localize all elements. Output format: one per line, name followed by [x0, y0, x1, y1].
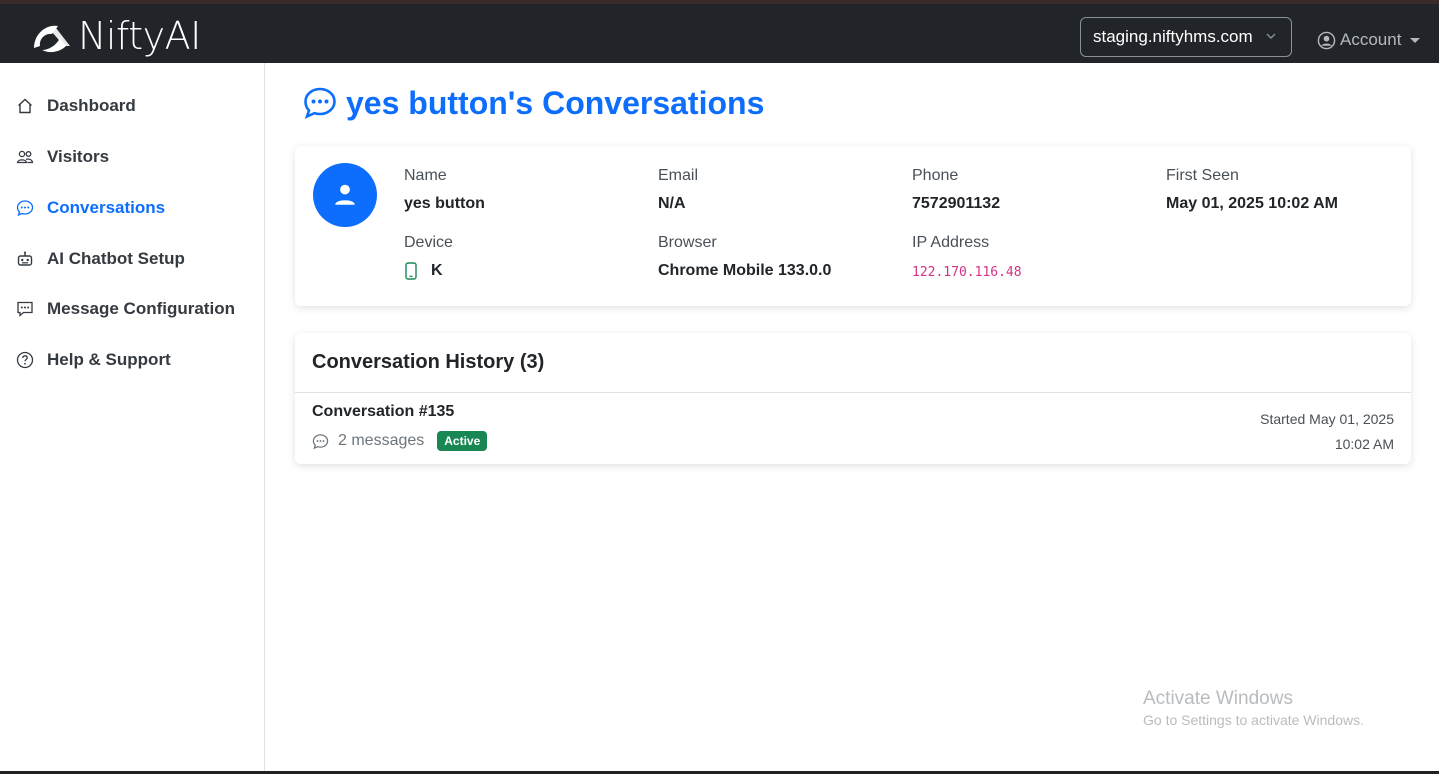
sidebar-item-label: Dashboard: [47, 96, 136, 115]
device-label: Device: [404, 234, 453, 251]
watermark-title: Activate Windows: [1143, 688, 1293, 709]
sidebar-item-label: Message Configuration: [47, 299, 235, 318]
conversation-history-card: Conversation History (3) Conversation #1…: [295, 333, 1411, 464]
device-value: K: [404, 262, 443, 280]
sidebar-item-label: Conversations: [47, 198, 166, 217]
account-dropdown[interactable]: Account: [1317, 28, 1421, 52]
page-title: yes button's Conversations: [303, 83, 764, 123]
started-date: Started May 01, 2025: [1260, 411, 1394, 427]
person-icon: [335, 184, 355, 205]
site-select[interactable]: staging.niftyhms.com: [1080, 17, 1292, 57]
top-navbar: NiftyAI staging.niftyhms.com Account: [0, 0, 1439, 63]
chat-dots-icon: [304, 87, 336, 119]
message-count: 2 messages: [338, 432, 425, 449]
device-text: K: [431, 262, 443, 279]
conversation-started: Started May 01, 2025 10:02 AM: [1260, 407, 1394, 457]
page-title-text: yes button's Conversations: [346, 84, 765, 121]
phone-icon: [405, 262, 417, 280]
sidebar-item-help-support[interactable]: Help & Support: [16, 344, 171, 376]
chat-square-dots-icon: [16, 300, 34, 318]
email-value: N/A: [658, 195, 686, 212]
sidebar-item-label: Visitors: [47, 147, 110, 166]
first-seen-label: First Seen: [1166, 167, 1239, 184]
caret-down-icon: [1410, 37, 1421, 43]
account-label: Account: [1340, 30, 1402, 49]
status-badge: Active: [437, 431, 488, 451]
phone-value: 7572901132: [912, 195, 1001, 212]
chevron-down-icon: [1266, 33, 1276, 39]
sidebar-item-label: Help & Support: [47, 350, 171, 369]
ip-address-label: IP Address: [912, 234, 990, 251]
email-label: Email: [658, 167, 699, 184]
browser-label: Browser: [658, 234, 717, 251]
avatar: [313, 163, 377, 227]
conversation-title[interactable]: Conversation #135: [312, 403, 454, 421]
browser-value: Chrome Mobile 133.0.0: [658, 262, 832, 279]
chat-dots-icon: [312, 433, 329, 449]
chat-dots-icon: [16, 199, 34, 217]
sidebar: Dashboard Visitors Conversations AI Chat…: [0, 63, 265, 774]
brand-name: NiftyAI: [78, 14, 201, 58]
robot-icon: [16, 250, 34, 268]
started-time: 10:02 AM: [1334, 436, 1394, 452]
conversation-history-title: Conversation History (3): [295, 333, 1411, 393]
sidebar-item-label: AI Chatbot Setup: [47, 249, 185, 268]
conversation-meta: 2 messages Active: [312, 430, 488, 452]
logo-icon: [34, 25, 70, 53]
name-value: yes button: [404, 195, 485, 212]
sidebar-item-dashboard[interactable]: Dashboard: [16, 90, 136, 122]
phone-label: Phone: [912, 167, 959, 184]
person-circle-icon: [1317, 31, 1336, 49]
site-select-value: staging.niftyhms.com: [1093, 27, 1253, 46]
house-icon: [16, 97, 34, 115]
sidebar-item-visitors[interactable]: Visitors: [16, 141, 109, 173]
watermark-subtitle: Go to Settings to activate Windows.: [1143, 712, 1364, 728]
question-circle-icon: [16, 351, 34, 369]
sidebar-item-conversations[interactable]: Conversations: [16, 192, 165, 224]
brand-logo[interactable]: NiftyAI: [30, 14, 201, 58]
visitor-info-card: Name yes button Email N/A Phone 75729011…: [295, 146, 1411, 306]
activate-windows-watermark: Activate Windows Go to Settings to activ…: [1143, 688, 1364, 728]
sidebar-item-message-configuration[interactable]: Message Configuration: [16, 293, 235, 325]
ip-address-value: 122.170.116.48: [912, 265, 1022, 280]
first-seen-value: May 01, 2025 10:02 AM: [1166, 195, 1338, 212]
people-icon: [16, 148, 34, 166]
name-label: Name: [404, 167, 447, 184]
sidebar-item-ai-chatbot-setup[interactable]: AI Chatbot Setup: [16, 243, 185, 275]
